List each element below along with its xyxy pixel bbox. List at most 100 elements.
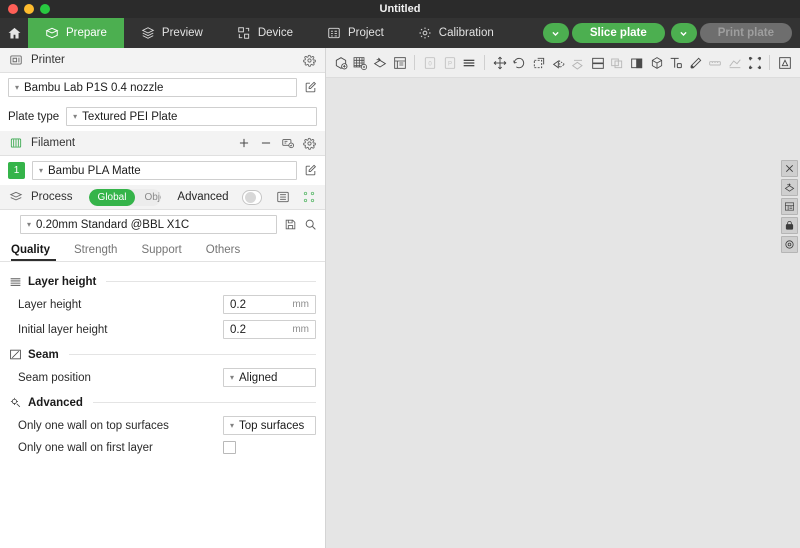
- tab-calibration[interactable]: Calibration: [401, 18, 511, 48]
- tab-device-label: Device: [257, 27, 293, 39]
- orient-icon[interactable]: [391, 53, 409, 72]
- move-icon[interactable]: [491, 53, 509, 72]
- process-preset-select[interactable]: ▾ 0.20mm Standard @BBL X1C: [20, 215, 277, 234]
- print-plate-split-button[interactable]: Print plate: [670, 23, 792, 43]
- tab-quality[interactable]: Quality: [8, 239, 62, 261]
- auto-orient-icon[interactable]: 0: [421, 53, 439, 72]
- one-wall-first-layer-checkbox[interactable]: [223, 441, 236, 454]
- text-icon[interactable]: [667, 53, 685, 72]
- settings-panel: Layer height Layer height 0.2 mm Initial…: [0, 262, 325, 548]
- field-label: Initial layer height: [18, 323, 108, 336]
- field-value: Aligned: [239, 371, 278, 384]
- filament-slot-badge[interactable]: 1: [8, 162, 25, 179]
- filament-settings-button[interactable]: [303, 137, 316, 150]
- filament-edit-button[interactable]: [304, 164, 317, 177]
- field-row-one-wall-first-layer: Only one wall on first layer: [0, 438, 325, 457]
- printer-preset-row: ▾ Bambu Lab P1S 0.4 nozzle: [0, 73, 325, 102]
- home-button[interactable]: [0, 18, 28, 48]
- tab-support[interactable]: Support: [129, 239, 193, 261]
- filament-remove-button[interactable]: [259, 136, 273, 150]
- arrange-icon[interactable]: [781, 179, 798, 196]
- process-search-button[interactable]: [304, 218, 317, 231]
- process-scope-objects[interactable]: Objects: [135, 189, 161, 206]
- 3d-viewport[interactable]: 0 P: [326, 48, 800, 548]
- viewport-toolbar: 0 P: [326, 48, 800, 78]
- advanced-toggle[interactable]: [241, 189, 262, 205]
- printer-preset-select[interactable]: ▾ Bambu Lab P1S 0.4 nozzle: [8, 78, 297, 97]
- printer-edit-button[interactable]: [304, 81, 317, 94]
- support-painting-icon[interactable]: [589, 53, 607, 72]
- color-painting-icon[interactable]: [609, 53, 627, 72]
- group-title: Layer height: [28, 275, 97, 288]
- print-plate-button[interactable]: Print plate: [699, 23, 792, 43]
- minimize-window-button[interactable]: [24, 4, 34, 14]
- navbar-actions: Slice plate Print plate: [542, 18, 800, 48]
- lock-icon[interactable]: [781, 217, 798, 234]
- place-on-face-icon[interactable]: P: [441, 53, 459, 72]
- printer-section-header: Printer: [0, 48, 325, 73]
- svg-text:P: P: [448, 61, 452, 67]
- filament-preset-row: 1 ▾ Bambu PLA Matte: [0, 156, 325, 185]
- prepare-icon: [45, 26, 59, 40]
- seam-position-select[interactable]: ▾ Aligned: [223, 368, 316, 387]
- window-controls[interactable]: [8, 4, 50, 14]
- arrange-icon[interactable]: [371, 53, 389, 72]
- process-list-button[interactable]: [276, 190, 290, 204]
- process-compare-button[interactable]: [302, 190, 316, 204]
- mesh-boolean-icon[interactable]: [648, 53, 666, 72]
- print-plate-dropdown-arrow[interactable]: [670, 23, 697, 43]
- delete-icon[interactable]: [781, 160, 798, 177]
- seam-painting-icon[interactable]: [628, 53, 646, 72]
- process-save-button[interactable]: [284, 218, 297, 231]
- tab-project[interactable]: Project: [310, 18, 401, 48]
- slice-plate-dropdown-arrow[interactable]: [542, 23, 569, 43]
- tab-strength[interactable]: Strength: [62, 239, 129, 261]
- slice-plate-split-button[interactable]: Slice plate: [542, 23, 665, 43]
- process-scope-segmented[interactable]: Global Objects: [88, 188, 162, 206]
- settings-icon[interactable]: [781, 236, 798, 253]
- cut-icon[interactable]: [569, 53, 587, 72]
- filament-sync-button[interactable]: [281, 136, 295, 150]
- bambu-studio-window: Untitled Prepare Preview Device Project …: [0, 0, 800, 548]
- layer-height-input[interactable]: 0.2 mm: [223, 295, 316, 314]
- process-preset-value: 0.20mm Standard @BBL X1C: [36, 218, 190, 231]
- layer-height-icon: [9, 275, 22, 288]
- tab-preview-label: Preview: [161, 27, 203, 39]
- left-sidebar: Printer ▾ Bambu Lab P1S 0.4 nozzle Plate…: [0, 48, 326, 548]
- scale-icon[interactable]: [530, 53, 548, 72]
- initial-layer-height-input[interactable]: 0.2 mm: [223, 320, 316, 339]
- settings-tabs: Quality Strength Support Others: [0, 239, 325, 262]
- maximize-window-button[interactable]: [40, 4, 50, 14]
- fill-bed-icon[interactable]: [687, 53, 705, 72]
- filament-preset-select[interactable]: ▾ Bambu PLA Matte: [32, 161, 297, 180]
- plate-type-select[interactable]: ▾ Textured PEI Plate: [66, 107, 317, 126]
- group-header-seam: Seam: [0, 342, 325, 365]
- process-section-title: Process: [31, 191, 73, 203]
- tab-prepare[interactable]: Prepare: [28, 18, 124, 48]
- add-object-icon[interactable]: [332, 53, 350, 72]
- assembly-icon[interactable]: [746, 53, 764, 72]
- one-wall-top-surfaces-select[interactable]: ▾ Top surfaces: [223, 416, 316, 435]
- group-title: Seam: [28, 348, 59, 361]
- add-plate-icon[interactable]: [352, 53, 370, 72]
- tab-prepare-label: Prepare: [66, 27, 107, 39]
- tab-preview[interactable]: Preview: [124, 18, 220, 48]
- mirror-icon[interactable]: [550, 53, 568, 72]
- slice-plate-button[interactable]: Slice plate: [571, 23, 665, 43]
- chevron-down-icon: ▾: [39, 165, 44, 175]
- rotate-icon[interactable]: [511, 53, 529, 72]
- close-window-button[interactable]: [8, 4, 18, 14]
- field-value: Top surfaces: [239, 419, 305, 432]
- tab-others[interactable]: Others: [194, 239, 253, 261]
- orient-icon[interactable]: [781, 198, 798, 215]
- process-preset-row: ▾ 0.20mm Standard @BBL X1C: [0, 210, 325, 239]
- measure-icon[interactable]: [707, 53, 725, 72]
- process-scope-global[interactable]: Global: [88, 188, 136, 206]
- tab-device[interactable]: Device: [220, 18, 310, 48]
- layers-icon[interactable]: [460, 53, 478, 72]
- filament-add-button[interactable]: [237, 136, 251, 150]
- printer-settings-button[interactable]: [303, 54, 316, 67]
- simplify-icon[interactable]: [726, 53, 744, 72]
- fdm-support-icon[interactable]: [776, 53, 794, 72]
- field-unit: mm: [292, 324, 309, 335]
